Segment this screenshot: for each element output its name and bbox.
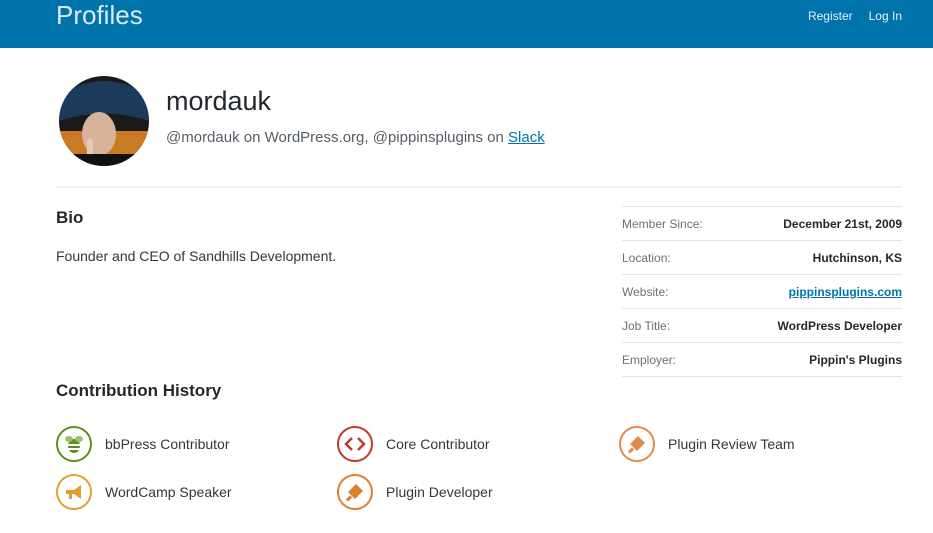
bio-heading: Bio (56, 208, 84, 227)
detail-value: Pippin's Plugins (809, 352, 902, 367)
bee-icon (56, 426, 92, 462)
badge-label: Plugin Developer (386, 484, 493, 500)
profile-handles: @mordauk on WordPress.org, @pippinsplugi… (166, 129, 545, 146)
plugin-icon (337, 474, 373, 510)
badge-wordcamp-speaker: WordCamp Speaker (56, 474, 232, 510)
login-link[interactable]: Log In (869, 9, 902, 23)
detail-value: Hutchinson, KS (812, 250, 902, 265)
detail-value: December 21st, 2009 (783, 216, 902, 231)
website-link[interactable]: pippinsplugins.com (789, 285, 902, 299)
detail-row-employer: Employer: Pippin's Plugins (622, 343, 902, 377)
detail-value: WordPress Developer (777, 318, 903, 333)
detail-row-location: Location: Hutchinson, KS (622, 241, 902, 275)
badge-label: Core Contributor (386, 436, 490, 452)
slack-handle-suffix: on (483, 129, 509, 146)
wp-handle-suffix: on WordPress.org, (239, 129, 373, 146)
detail-row-website: Website: pippinsplugins.com (622, 275, 902, 309)
detail-row-member-since: Member Since: December 21st, 2009 (622, 207, 902, 241)
badge-core-contributor: Core Contributor (337, 426, 490, 462)
register-link[interactable]: Register (808, 9, 853, 23)
badge-plugin-developer: Plugin Developer (337, 474, 493, 510)
detail-label: Member Since: (622, 216, 703, 231)
detail-label: Job Title: (622, 318, 671, 333)
badge-label: bbPress Contributor (105, 436, 230, 452)
bio-text: Founder and CEO of Sandhills Development… (56, 248, 337, 264)
detail-label: Website: (622, 284, 669, 299)
slack-link[interactable]: Slack (508, 129, 545, 146)
header-nav: Register Log In (808, 9, 902, 23)
detail-label: Employer: (622, 352, 677, 367)
slack-handle: @pippinsplugins (372, 129, 484, 146)
detail-row-job-title: Job Title: WordPress Developer (622, 309, 902, 343)
avatar (59, 76, 149, 166)
badge-label: Plugin Review Team (668, 436, 795, 452)
badge-bbpress-contributor: bbPress Contributor (56, 426, 230, 462)
contribution-history-heading: Contribution History (56, 381, 222, 400)
profile-details: Member Since: December 21st, 2009 Locati… (622, 206, 902, 377)
code-icon (337, 426, 373, 462)
badge-plugin-review-team: Plugin Review Team (619, 426, 795, 462)
megaphone-icon (56, 474, 92, 510)
site-title[interactable]: Profiles (56, 0, 143, 30)
plugin-icon (619, 426, 655, 462)
detail-label: Location: (622, 250, 671, 265)
header-divider (56, 186, 902, 188)
wp-handle: @mordauk (166, 129, 240, 146)
site-header: Profiles Register Log In (0, 0, 933, 48)
badge-label: WordCamp Speaker (105, 484, 232, 500)
profile-username: mordauk (166, 86, 272, 116)
